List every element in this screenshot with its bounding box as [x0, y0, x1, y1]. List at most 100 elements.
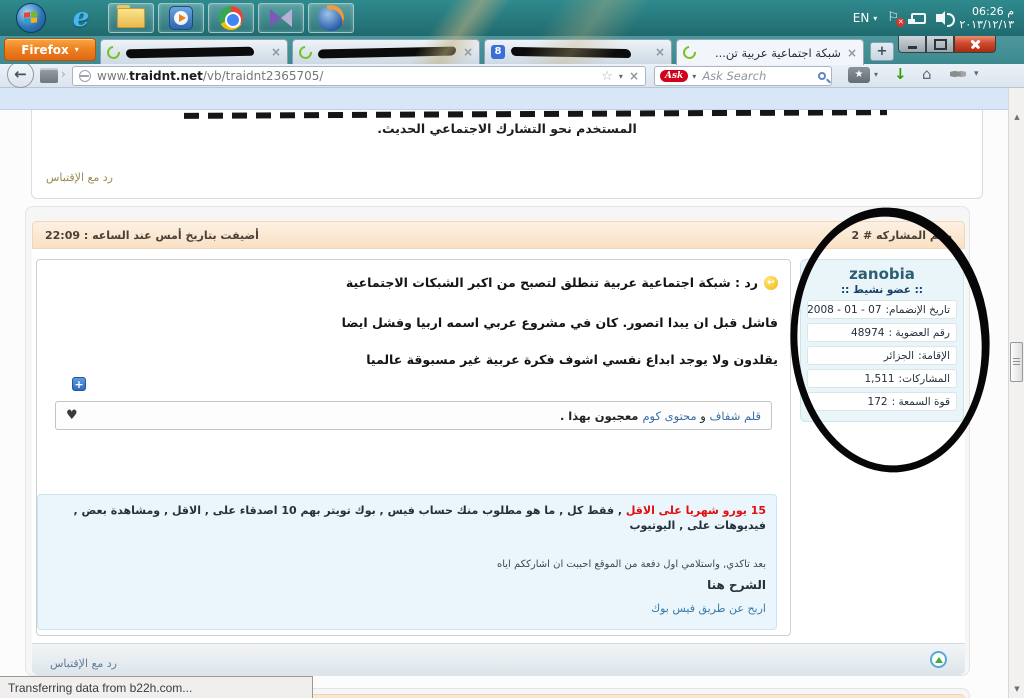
reply-with-quote-link[interactable]: رد مع الإقتباس: [46, 171, 113, 184]
taskbar-clock[interactable]: 06:26 م ٢٠١٣/١٢/١٣: [959, 5, 1018, 31]
language-indicator[interactable]: EN ▾: [853, 11, 878, 25]
loading-spinner-icon: [296, 43, 314, 61]
taskbar-media-player[interactable]: [158, 3, 204, 33]
downloads-button[interactable]: ↓: [894, 65, 907, 83]
signature-box: 15 يورو شهريا على الاقل , فقط كل , ما هو…: [37, 494, 777, 630]
post-date: أضيفت بتاريخ أمس عند الساعه : 22:09: [45, 229, 259, 242]
search-icon[interactable]: [818, 72, 826, 80]
close-icon[interactable]: ×: [271, 46, 281, 58]
scrollbar-thumb[interactable]: [1010, 342, 1023, 382]
language-code: EN: [853, 11, 870, 25]
close-icon[interactable]: ×: [655, 46, 665, 58]
search-engine-dropdown-icon[interactable]: ▾: [692, 72, 696, 81]
close-icon[interactable]: ×: [847, 47, 857, 59]
close-icon[interactable]: ×: [463, 46, 473, 58]
reply-with-quote-link[interactable]: رد مع الإقتباس: [50, 657, 117, 670]
redacted-tab-title: [318, 46, 456, 58]
close-window-button[interactable]: [954, 36, 996, 53]
status-text: Transferring data from b22h.com...: [8, 681, 192, 695]
minimize-button[interactable]: [898, 36, 926, 53]
profile-field-location: الإقامة:الجزائر: [807, 346, 957, 365]
start-button[interactable]: [8, 3, 54, 33]
url-dropdown-icon[interactable]: ▾: [619, 72, 623, 81]
post-paragraph: يقلدون ولا يوجد ابداع نفسي اشوف فكرة عرب…: [49, 352, 778, 367]
profile-field-memberid: رقم العضوية :48974: [807, 323, 957, 342]
tab-3[interactable]: 8 ×: [484, 39, 672, 64]
home-button[interactable]: ⌂: [922, 65, 932, 83]
redacted-tab-title: [126, 46, 254, 58]
likes-bar: قلم شفاف و محتوى كوم معجبون بهذا . ♥: [55, 401, 772, 430]
windows-start-orb-icon: [16, 3, 46, 33]
url-text[interactable]: www.traidnt.net/vb/traidnt2365705/: [97, 69, 595, 83]
internet-explorer-icon: e: [73, 5, 90, 31]
url-bar[interactable]: www.traidnt.net/vb/traidnt2365705/ ☆ ▾ ×: [72, 66, 646, 86]
bookmark-star-icon[interactable]: ☆: [601, 69, 613, 84]
url-path: /vb/traidnt2365705/: [203, 69, 324, 83]
stop-icon[interactable]: ×: [629, 69, 639, 83]
heart-icon: ♥: [66, 408, 78, 423]
taskbar-firefox[interactable]: [308, 3, 354, 33]
post-body: ↩ رد : شبكة اجتماعية عربية تنطلق لتصبح م…: [36, 259, 791, 636]
windows-taskbar: e EN ▾ ⚐✕ 06:26 م ٢٠١٣/١٢/١٣: [0, 0, 1024, 36]
redacted-tab-title: [511, 46, 631, 57]
tab-1[interactable]: ×: [100, 39, 288, 64]
sticky-page-header: [0, 88, 1008, 110]
liker-username-link[interactable]: محتوى كوم: [642, 409, 696, 423]
previous-post-text: المستخدم نحو التشارك الاجتماعي الحديث.: [32, 121, 982, 136]
signature-line-1: 15 يورو شهريا على الاقل , فقط كل , ما هو…: [48, 503, 766, 533]
taskbar-chrome[interactable]: [208, 3, 254, 33]
chevron-down-icon: ▾: [873, 14, 877, 23]
ask-logo-icon: Ask: [660, 70, 688, 82]
addon-moth-icon[interactable]: [950, 69, 966, 79]
action-center-flag-icon[interactable]: ⚐✕: [887, 11, 901, 25]
tab-2[interactable]: ×: [292, 39, 480, 64]
profile-field-posts: المشاركات:1,511: [807, 369, 957, 388]
tab-favicon: 8: [491, 45, 505, 59]
post-2-header: أضيفت بتاريخ أمس عند الساعه : 22:09 رقم …: [32, 221, 965, 249]
bookmarks-button[interactable]: ★: [848, 67, 870, 83]
url-domain: traidnt.net: [129, 69, 203, 83]
scroll-to-top-icon[interactable]: [930, 651, 947, 668]
toolbar-overflow-icon[interactable]: ▾: [974, 69, 979, 79]
tab-4-active[interactable]: شبكة اجتماعية عربية تن... ×: [676, 39, 864, 65]
firefox-icon: [318, 5, 344, 31]
reply-arrow-icon: ↩: [764, 276, 778, 290]
maximize-button[interactable]: [926, 36, 954, 53]
back-button[interactable]: ←: [7, 61, 34, 88]
media-player-icon: [169, 6, 193, 30]
site-button[interactable]: [40, 68, 58, 83]
url-www: www.: [97, 69, 129, 83]
speaker-icon[interactable]: [936, 14, 943, 22]
taskbar-windows-explorer[interactable]: [108, 3, 154, 33]
taskbar-kmplayer[interactable]: [258, 3, 304, 33]
globe-icon: [79, 70, 91, 82]
clock-time: 06:26 م: [959, 5, 1014, 18]
window-controls: [898, 36, 996, 53]
signature-line-2: بعد تاكدي, واستلامي اول دفعة من الموقع ا…: [48, 559, 766, 570]
user-profile-panel: zanobia :: عضو نشيط :: تاريخ الإنضمام:07…: [800, 259, 964, 422]
liker-username-link[interactable]: قلم شفاف: [710, 409, 762, 423]
firefox-menu-label: Firefox: [21, 43, 69, 57]
user-rank: :: عضو نشيط ::: [807, 284, 957, 296]
post-paragraph: فاشل قبل ان يبدا اتصور. كان في مشروع عرب…: [49, 315, 778, 330]
scroll-up-icon[interactable]: ▲: [1010, 110, 1024, 125]
bookmarks-dropdown-icon[interactable]: ▾: [874, 70, 878, 79]
vertical-scrollbar[interactable]: ▲ ▼: [1008, 88, 1024, 698]
search-input[interactable]: [700, 68, 814, 84]
redacted-text-line: [184, 109, 887, 119]
network-icon[interactable]: [911, 13, 926, 24]
firefox-menu-button[interactable]: Firefox ▾: [4, 38, 96, 61]
windows-logo-icon: [24, 11, 38, 24]
post-2-footer: رد مع الإقتباس: [32, 643, 965, 675]
signature-link[interactable]: اربح عن طريق فيس بوك: [48, 602, 766, 615]
likes-text: قلم شفاف و محتوى كوم معجبون بهذا .: [78, 409, 761, 423]
scroll-down-icon[interactable]: ▼: [1010, 682, 1024, 697]
like-plus-button[interactable]: +: [72, 377, 86, 391]
search-box[interactable]: Ask ▾: [654, 66, 832, 86]
post-title: رد : شبكة اجتماعية عربية تنطلق لتصبح من …: [346, 275, 758, 290]
taskbar-internet-explorer[interactable]: e: [58, 3, 104, 33]
username[interactable]: zanobia: [807, 265, 957, 283]
post-title-row: ↩ رد : شبكة اجتماعية عربية تنطلق لتصبح م…: [49, 275, 778, 290]
new-tab-button[interactable]: +: [870, 42, 894, 61]
chevron-right-icon: ›: [61, 67, 66, 81]
